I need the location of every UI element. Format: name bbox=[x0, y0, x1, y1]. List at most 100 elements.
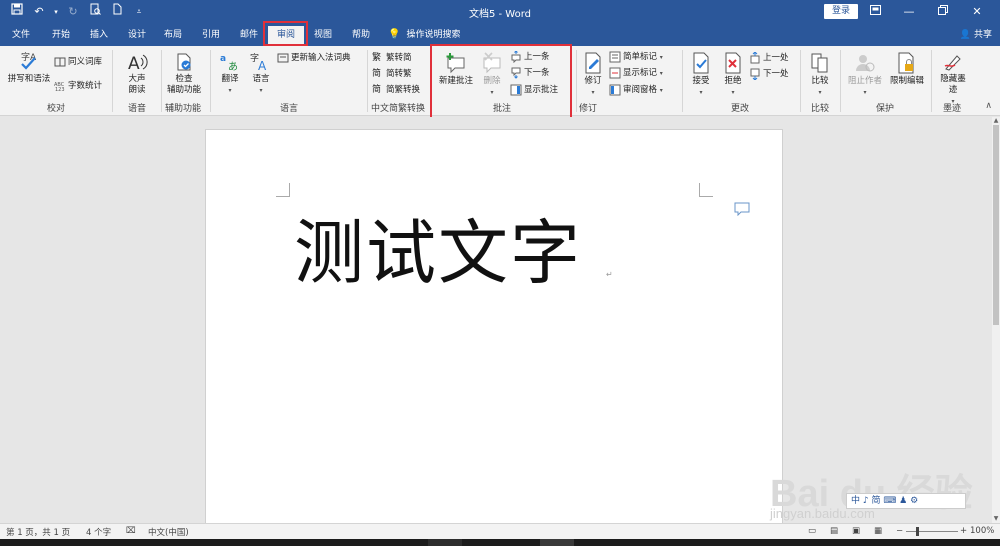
zoom-in-icon[interactable]: + bbox=[960, 526, 967, 536]
svg-text:あ: あ bbox=[228, 61, 238, 72]
hide-ink-button[interactable]: 隐藏墨 迹 ▾ bbox=[936, 52, 970, 107]
taskbar-item[interactable] bbox=[428, 539, 462, 546]
next-change-button[interactable]: 下一处 bbox=[749, 67, 789, 81]
reviewing-pane-button[interactable]: 审阅窗格 ▾ bbox=[609, 83, 663, 98]
show-markup-button[interactable]: 显示标记 ▾ bbox=[609, 66, 663, 81]
title-bar: ↶ ▾ ↻ ⩡ 文档5 - Word 登录 — ✕ bbox=[0, 0, 1000, 24]
tab-file[interactable]: 文件 bbox=[6, 24, 36, 46]
read-aloud-button[interactable]: A 大声 朗读 bbox=[123, 52, 151, 96]
update-ime-dictionary-button[interactable]: 更新输入法词典 bbox=[277, 51, 351, 65]
tab-design[interactable]: 设计 bbox=[122, 24, 152, 46]
scroll-up-icon[interactable]: ▲ bbox=[992, 117, 1000, 125]
comments-group-highlight bbox=[430, 44, 572, 120]
zoom-level[interactable]: 100% bbox=[970, 526, 994, 536]
ime-toolbar[interactable]: 中 ♪ 简 ⌨ ♟ ⚙ bbox=[846, 493, 966, 509]
zoom-slider-thumb[interactable] bbox=[916, 527, 919, 536]
print-layout-icon[interactable]: ▣ bbox=[852, 526, 860, 536]
proofing-status-icon[interactable]: ⌧ bbox=[126, 526, 136, 536]
dropdown-arrow-icon: ▾ bbox=[731, 89, 735, 96]
document-page[interactable]: 测试文字 ↵ bbox=[205, 129, 783, 529]
group-label-ink: 墨迹 bbox=[942, 104, 961, 114]
word-count-button[interactable]: ABC 123 字数统计 bbox=[54, 79, 102, 93]
scrollbar-thumb[interactable] bbox=[993, 125, 999, 325]
group-speech: A 大声 朗读 语音 bbox=[113, 46, 161, 116]
group-label-changes: 更改 bbox=[730, 104, 749, 114]
group-accessibility: 检查 辅助功能 辅助功能 bbox=[162, 46, 204, 116]
restrict-editing-icon bbox=[898, 52, 914, 74]
reject-button[interactable]: 拒绝 ▾ bbox=[719, 52, 747, 98]
group-label-proofing: 校对 bbox=[46, 104, 65, 114]
group-label-speech: 语音 bbox=[127, 104, 146, 114]
svg-text:a: a bbox=[220, 54, 226, 64]
chinese-conversion-button[interactable]: 简简繁转换 bbox=[372, 83, 420, 97]
page-count[interactable]: 第 1 页，共 1 页 bbox=[6, 526, 70, 538]
focus-mode-icon[interactable]: ▭ bbox=[808, 526, 816, 536]
tab-mailings[interactable]: 邮件 bbox=[234, 24, 264, 46]
simplified-to-traditional-button[interactable]: 简简转繁 bbox=[372, 67, 412, 81]
spelling-grammar-button[interactable]: 字A 拼写和语法 bbox=[6, 50, 52, 85]
restrict-editing-button[interactable]: 限制编辑 bbox=[887, 52, 927, 87]
svg-text:A: A bbox=[128, 54, 140, 72]
thesaurus-button[interactable]: 同义词库 bbox=[54, 55, 102, 69]
svg-text:123: 123 bbox=[55, 87, 65, 92]
dropdown-arrow-icon: ▾ bbox=[659, 70, 663, 77]
language-status[interactable]: 中文(中国) bbox=[148, 526, 189, 538]
translate-icon: aあ bbox=[220, 54, 238, 72]
web-layout-icon[interactable]: ▦ bbox=[874, 526, 882, 536]
svg-text:A: A bbox=[258, 59, 267, 72]
dropdown-arrow-icon: ▾ bbox=[259, 87, 263, 94]
accessibility-check-icon bbox=[177, 53, 191, 71]
group-compare: 比较 ▾ 比较 bbox=[801, 46, 839, 116]
lightbulb-icon: 💡 bbox=[388, 29, 401, 40]
close-icon[interactable]: ✕ bbox=[960, 2, 994, 22]
translate-button[interactable]: aあ 翻译 ▾ bbox=[215, 52, 245, 96]
traditional-to-simplified-button[interactable]: 繁繁转简 bbox=[372, 51, 412, 65]
crop-mark-top-right bbox=[699, 183, 713, 197]
tab-insert[interactable]: 插入 bbox=[84, 24, 114, 46]
accept-button[interactable]: 接受 ▾ bbox=[687, 52, 715, 98]
t2s-icon: 繁 bbox=[372, 52, 382, 63]
tell-me-search[interactable]: 💡 操作说明搜索 bbox=[388, 24, 460, 46]
comment-bubble-icon[interactable] bbox=[734, 202, 750, 219]
restore-icon[interactable] bbox=[926, 2, 960, 22]
thesaurus-icon bbox=[54, 57, 66, 66]
share-button[interactable]: 👤 共享 bbox=[960, 24, 992, 46]
language-button[interactable]: 字A 语言 ▾ bbox=[247, 52, 275, 96]
tab-help[interactable]: 帮助 bbox=[346, 24, 376, 46]
taskbar-item[interactable] bbox=[540, 539, 574, 546]
word-count[interactable]: 4 个字 bbox=[86, 526, 111, 538]
dictionary-icon bbox=[277, 53, 289, 62]
ribbon-display-options-icon[interactable] bbox=[858, 2, 892, 22]
zoom-out-icon[interactable]: − bbox=[896, 526, 903, 536]
dropdown-arrow-icon: ▾ bbox=[591, 89, 595, 96]
tab-layout[interactable]: 布局 bbox=[158, 24, 188, 46]
previous-change-button[interactable]: 上一处 bbox=[749, 51, 789, 65]
group-proofing: 字A 拼写和语法 同义词库 ABC 123 字数统计 校对 bbox=[0, 46, 112, 116]
document-text[interactable]: 测试文字 bbox=[294, 208, 582, 298]
scroll-down-icon[interactable]: ▼ bbox=[992, 515, 1000, 523]
block-authors-button[interactable]: 阻止作者 ▾ bbox=[845, 52, 885, 98]
vertical-scrollbar[interactable]: ▲ ▼ bbox=[992, 117, 1000, 523]
minimize-icon[interactable]: — bbox=[892, 2, 926, 22]
show-markup-icon bbox=[609, 67, 621, 78]
conversion-icon: 简 bbox=[372, 84, 382, 95]
previous-change-icon bbox=[750, 51, 760, 63]
markup-icon bbox=[609, 51, 621, 62]
tab-home[interactable]: 开始 bbox=[46, 24, 76, 46]
compare-button[interactable]: 比较 ▾ bbox=[805, 52, 835, 98]
track-changes-icon bbox=[585, 52, 601, 74]
reviewing-pane-icon bbox=[609, 84, 621, 95]
display-for-review-select[interactable]: 简单标记 ▾ bbox=[609, 50, 663, 65]
check-accessibility-button[interactable]: 检查 辅助功能 bbox=[164, 52, 204, 96]
group-label-chinese-conversion: 中文简繁转换 bbox=[370, 104, 425, 114]
zoom-slider[interactable] bbox=[906, 531, 958, 532]
s2t-icon: 简 bbox=[372, 68, 382, 79]
read-mode-icon[interactable]: ▤ bbox=[830, 526, 838, 536]
os-taskbar bbox=[0, 539, 1000, 546]
svg-text:字A: 字A bbox=[21, 51, 37, 63]
tab-view[interactable]: 视图 bbox=[308, 24, 338, 46]
track-changes-button[interactable]: 修订 ▾ bbox=[579, 52, 607, 98]
login-button[interactable]: 登录 bbox=[824, 4, 858, 19]
tab-references[interactable]: 引用 bbox=[196, 24, 226, 46]
collapse-ribbon-icon[interactable]: ∧ bbox=[985, 101, 992, 111]
